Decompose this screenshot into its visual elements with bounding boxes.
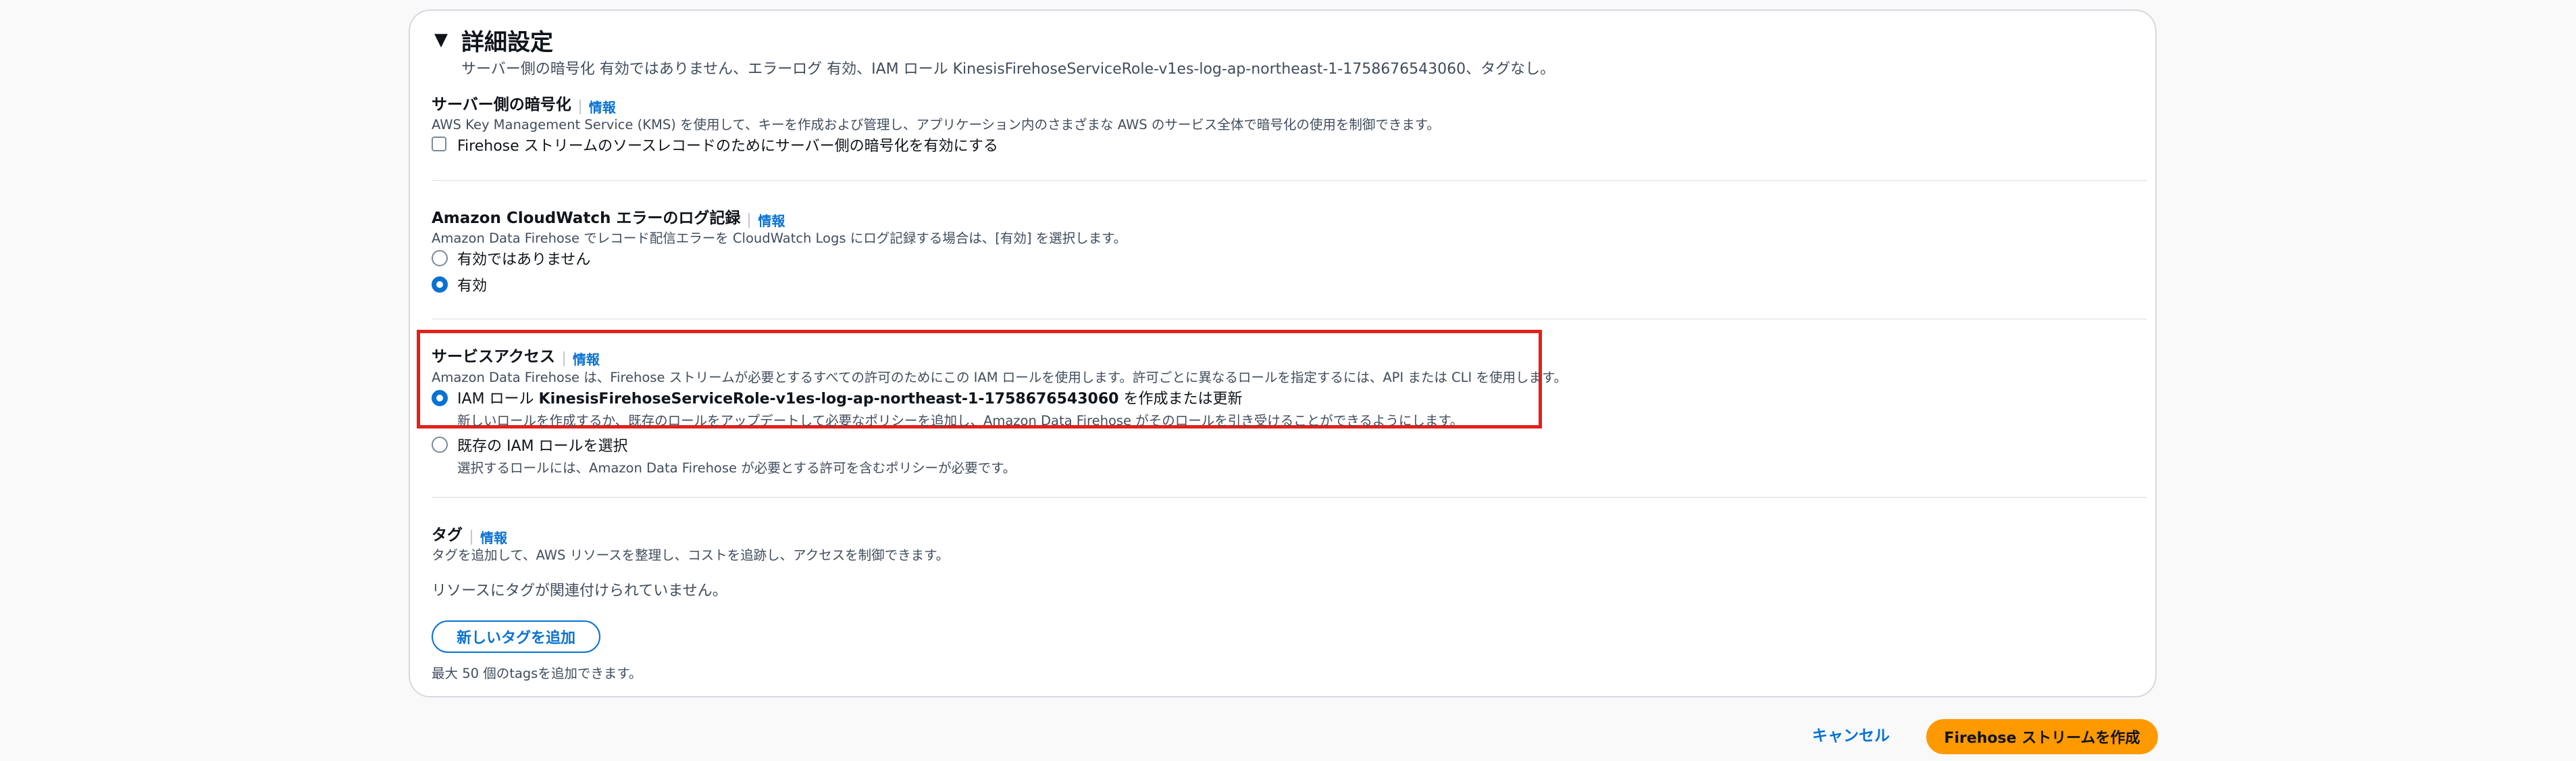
create-role-suffix: を作成または更新 xyxy=(1118,391,1243,408)
encryption-heading: サーバー側の暗号化 情報 xyxy=(432,91,616,116)
service-access-label: サービスアクセス xyxy=(432,348,555,366)
radio-existing-iam-role-label[interactable]: 既存の IAM ロールを選択 xyxy=(457,434,628,456)
cancel-button[interactable]: キャンセル xyxy=(1812,722,1890,745)
radio-create-iam-role[interactable] xyxy=(432,390,448,406)
tags-label: タグ xyxy=(432,526,463,544)
info-divider xyxy=(563,351,565,366)
service-access-heading: サービスアクセス 情報 xyxy=(432,343,600,368)
divider xyxy=(432,318,2147,320)
radio-logging-disabled-label[interactable]: 有効ではありません xyxy=(457,247,590,269)
cloudwatch-label: Amazon CloudWatch エラーのログ記録 xyxy=(432,210,741,227)
encryption-label: サーバー側の暗号化 xyxy=(432,96,571,114)
tags-heading: タグ 情報 xyxy=(432,522,507,547)
create-role-prefix: IAM ロール xyxy=(457,391,539,408)
create-role-description: 新しいロールを作成するか、既存のロールをアップデートして必要なポリシーを追加し、… xyxy=(457,413,1464,428)
encryption-checkbox-label[interactable]: Firehose ストリームのソースレコードのためにサーバー側の暗号化を有効にす… xyxy=(457,134,998,155)
advanced-settings-panel: ▼ 詳細設定 サーバー側の暗号化 有効ではありません、エラーログ 有効、IAM … xyxy=(409,9,2157,697)
add-new-tag-button[interactable]: 新しいタグを追加 xyxy=(432,620,600,653)
section-summary: サーバー側の暗号化 有効ではありません、エラーログ 有効、IAM ロール Kin… xyxy=(461,61,1555,78)
radio-logging-enabled-label[interactable]: 有効 xyxy=(457,274,487,295)
service-access-info-link[interactable]: 情報 xyxy=(573,351,600,368)
info-divider xyxy=(471,529,472,545)
radio-logging-disabled[interactable] xyxy=(432,250,448,266)
tags-empty-text: リソースにタグが関連付けられていません。 xyxy=(432,583,727,599)
radio-logging-enabled[interactable] xyxy=(432,276,448,293)
existing-role-description: 選択するロールには、Amazon Data Firehose が必要とする許可を… xyxy=(457,460,1016,476)
encryption-description: AWS Key Management Service (KMS) を使用して、キ… xyxy=(432,117,1440,132)
info-divider xyxy=(579,99,581,114)
caret-down-icon[interactable]: ▼ xyxy=(434,30,448,50)
cloudwatch-description: Amazon Data Firehose でレコード配信エラーを CloudWa… xyxy=(432,230,1127,246)
service-access-description: Amazon Data Firehose は、Firehose ストリームが必要… xyxy=(432,370,1568,385)
cloudwatch-heading: Amazon CloudWatch エラーのログ記録 情報 xyxy=(432,205,785,230)
encryption-checkbox[interactable] xyxy=(432,137,446,151)
divider xyxy=(432,180,2147,181)
tags-description: タグを追加して、AWS リソースを整理し、コストを追跡し、アクセスを制御できます… xyxy=(432,547,950,563)
create-firehose-stream-button[interactable]: Firehose ストリームを作成 xyxy=(1926,719,2158,754)
tags-limit-text: 最大 50 個のtagsを追加できます。 xyxy=(432,666,642,681)
radio-existing-iam-role[interactable] xyxy=(432,437,448,453)
divider xyxy=(432,497,2147,498)
radio-create-iam-role-label[interactable]: IAM ロール KinesisFirehoseServiceRole-v1es-… xyxy=(457,387,1242,408)
create-role-name: KinesisFirehoseServiceRole-v1es-log-ap-n… xyxy=(538,391,1119,408)
section-title[interactable]: 詳細設定 xyxy=(461,24,553,57)
info-divider xyxy=(748,212,750,228)
